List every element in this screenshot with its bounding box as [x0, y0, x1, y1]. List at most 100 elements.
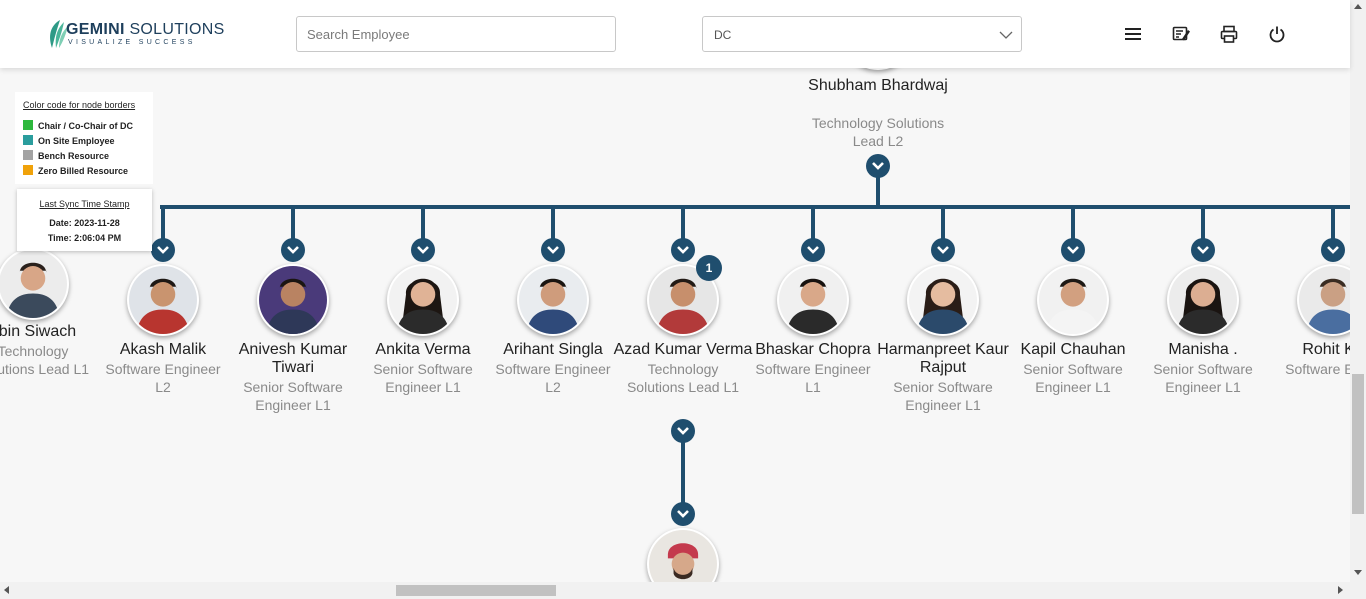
chevron-down-icon	[999, 31, 1013, 39]
legend-label: Bench Resource	[38, 151, 110, 161]
legend-label: Zero Billed Resource	[38, 166, 129, 176]
expand-toggle-button[interactable]	[671, 419, 695, 443]
org-chart-canvas[interactable]: ngh ce Shubham Bhardwaj Technology Solut…	[0, 68, 1350, 582]
dc-select-value: DC	[714, 28, 732, 42]
employee-name: Harmanpreet Kaur Rajput	[877, 341, 1009, 376]
employee-title: Software Engineer L2	[495, 361, 611, 395]
search-employee-input[interactable]	[296, 16, 616, 52]
avatar[interactable]	[0, 248, 69, 320]
logo-wordmark: GEMINI SOLUTIONS	[66, 21, 225, 38]
reportee-count-badge: 1	[696, 255, 722, 281]
vertical-scroll-thumb[interactable]	[1352, 374, 1364, 514]
legend-title: Color code for node borders	[23, 100, 136, 110]
power-icon[interactable]	[1267, 24, 1287, 44]
avatar[interactable]	[907, 264, 979, 336]
person-photo-icon	[259, 266, 327, 334]
sync-date: Date: 2023-11-28	[49, 218, 120, 228]
person-photo-icon	[1299, 266, 1350, 334]
employee-name: obin Siwach	[0, 323, 77, 340]
employee-name: Rohit Ku	[1302, 341, 1350, 358]
connector-line	[160, 205, 1350, 209]
employee-title: Senior Software Engineer L1	[243, 379, 343, 413]
collapse-toggle-button[interactable]	[931, 238, 955, 262]
horizontal-scroll-thumb[interactable]	[396, 585, 556, 596]
collapse-toggle-button[interactable]	[671, 502, 695, 526]
avatar[interactable]	[517, 264, 589, 336]
chevron-down-icon	[807, 246, 819, 254]
person-photo-icon	[1039, 266, 1107, 334]
person-photo-icon	[649, 530, 717, 582]
avatar[interactable]	[387, 264, 459, 336]
employee-name: Arihant Singla	[503, 341, 603, 358]
person-photo-icon	[129, 266, 197, 334]
chevron-down-icon	[677, 246, 689, 254]
logo-tagline: VISUALIZE SUCCESS	[68, 39, 196, 46]
collapse-toggle-button[interactable]	[281, 238, 305, 262]
employee-name: Azad Kumar Verma	[613, 341, 753, 358]
avatar[interactable]	[842, 68, 914, 70]
scroll-up-arrow-icon[interactable]	[1354, 4, 1362, 9]
chevron-down-icon	[1327, 246, 1339, 254]
avatar[interactable]	[777, 264, 849, 336]
avatar[interactable]	[127, 264, 199, 336]
company-logo[interactable]: GEMINI SOLUTIONS VISUALIZE SUCCESS	[46, 18, 224, 50]
collapse-toggle-button[interactable]	[866, 154, 890, 178]
collapse-toggle-button[interactable]	[151, 238, 175, 262]
collapse-toggle-button[interactable]	[1321, 238, 1345, 262]
collapse-toggle-button[interactable]	[541, 238, 565, 262]
menu-icon[interactable]	[1123, 24, 1143, 44]
sync-timestamp-card: Last Sync Time Stamp Date: 2023-11-28 Ti…	[17, 189, 152, 251]
legend-swatch	[23, 165, 33, 175]
chevron-down-icon	[677, 427, 689, 435]
person-photo-icon	[909, 266, 977, 334]
sync-time: Time: 2:06:04 PM	[47, 233, 122, 243]
collapse-toggle-button[interactable]	[801, 238, 825, 262]
legend-label: On Site Employee	[38, 136, 115, 146]
chevron-down-icon	[937, 246, 949, 254]
collapse-toggle-button[interactable]	[1061, 238, 1085, 262]
employee-title: Senior Software Engineer L1	[373, 361, 473, 395]
person-photo-icon	[779, 266, 847, 334]
collapse-toggle-button[interactable]	[411, 238, 435, 262]
chevron-down-icon	[417, 246, 429, 254]
vertical-scrollbar[interactable]	[1350, 0, 1366, 582]
avatar[interactable]	[1297, 264, 1350, 336]
parent-node-title: Technology Solutions Lead L2	[811, 115, 945, 149]
employee-title: Software Engineer L1	[755, 361, 871, 395]
scroll-left-arrow-icon[interactable]	[4, 586, 9, 594]
employee-name: Kapil Chauhan	[1020, 341, 1126, 358]
chevron-down-icon	[287, 246, 299, 254]
scroll-right-arrow-icon[interactable]	[1338, 586, 1343, 594]
avatar[interactable]	[647, 528, 719, 582]
avatar[interactable]	[1167, 264, 1239, 336]
person-photo-icon	[519, 266, 587, 334]
collapse-toggle-button[interactable]	[1191, 238, 1215, 262]
horizontal-scrollbar[interactable]	[0, 582, 1366, 599]
legend-swatch	[23, 135, 33, 145]
chevron-down-icon	[872, 162, 884, 170]
print-icon[interactable]	[1219, 24, 1239, 44]
employee-name: Ankita Verma	[375, 341, 471, 358]
node-title: ce	[0, 97, 12, 115]
employee-title: Senior Software Engineer L1	[1153, 361, 1253, 395]
person-photo-icon	[389, 266, 457, 334]
sync-title: Last Sync Time Stamp	[39, 199, 130, 209]
scroll-down-arrow-icon[interactable]	[1354, 570, 1362, 575]
chevron-down-icon	[1067, 246, 1079, 254]
employee-title: Technology Solutions Lead L1	[0, 343, 90, 377]
color-legend: Color code for node borders Chair / Co-C…	[15, 92, 153, 184]
avatar[interactable]	[257, 264, 329, 336]
employee-name: Manisha .	[1168, 341, 1238, 358]
collapse-toggle-button[interactable]	[671, 238, 695, 262]
employee-title: Technology Solutions Lead L1	[626, 361, 740, 395]
top-header: GEMINI SOLUTIONS VISUALIZE SUCCESS DC	[0, 0, 1350, 68]
legend-swatch	[23, 120, 33, 130]
employee-name: Akash Malik	[119, 341, 207, 358]
avatar[interactable]	[1037, 264, 1109, 336]
edit-note-icon[interactable]	[1171, 24, 1191, 44]
employee-name: Anivesh Kumar Tiwari	[238, 341, 348, 376]
employee-title: Senior Software Engineer L1	[893, 379, 993, 413]
dc-select[interactable]: DC	[702, 16, 1022, 52]
employee-name: Bhaskar Chopra	[755, 341, 871, 358]
legend-label: Chair / Co-Chair of DC	[38, 121, 134, 131]
